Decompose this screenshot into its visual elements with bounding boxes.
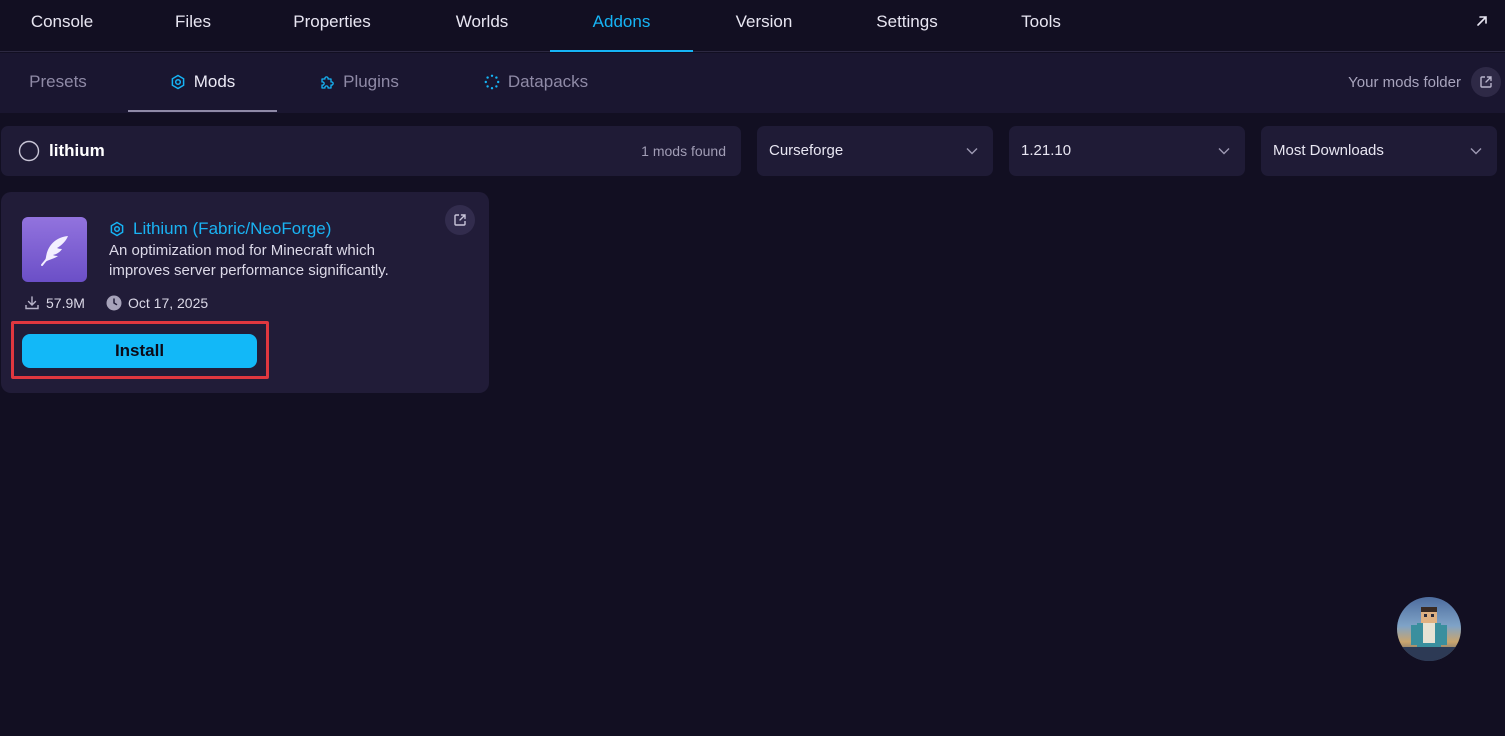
arrow-up-right-icon[interactable] [1473, 12, 1491, 30]
chevron-down-icon [1218, 148, 1230, 155]
open-mod-page-button[interactable] [445, 205, 475, 235]
mod-title: Lithium (Fabric/NeoForge) [133, 219, 332, 238]
search-bar: 1 mods found [1, 126, 741, 176]
results-count: 1 mods found [641, 143, 726, 159]
download-icon [25, 296, 39, 310]
avatar[interactable] [1397, 597, 1461, 661]
hexagon-gear-icon [110, 221, 124, 237]
subtab-presets[interactable]: Presets [14, 53, 102, 111]
mod-description: An optimization mod for Minecraft which … [109, 242, 389, 279]
tab-properties[interactable]: Properties [282, 0, 382, 52]
tab-settings[interactable]: Settings [864, 0, 950, 52]
puzzle-icon [321, 76, 334, 89]
tab-files[interactable]: Files [164, 0, 222, 52]
subtab-datapacks[interactable]: Datapacks [474, 53, 598, 111]
subtab-plugins-label: Plugins [343, 72, 399, 91]
subtab-mods-label: Mods [193, 72, 236, 91]
version-dropdown[interactable]: 1.21.10 [1009, 126, 1245, 176]
mod-updated-date: Oct 17, 2025 [128, 295, 209, 311]
tab-tools[interactable]: Tools [1012, 0, 1070, 52]
subtab-presets-label: Presets [29, 72, 87, 91]
chevron-down-icon [966, 148, 978, 155]
sort-dropdown-value: Most Downloads [1273, 142, 1384, 159]
sort-dropdown[interactable]: Most Downloads [1261, 126, 1497, 176]
version-dropdown-value: 1.21.10 [1021, 142, 1072, 159]
tab-worlds[interactable]: Worlds [444, 0, 520, 52]
mod-downloads: 57.9M [24, 293, 85, 313]
search-input[interactable] [49, 126, 549, 176]
source-dropdown[interactable]: Curseforge [757, 126, 993, 176]
install-button[interactable]: Install [22, 334, 257, 368]
tab-addons[interactable]: Addons [550, 0, 693, 52]
subtab-datapacks-label: Datapacks [507, 72, 589, 91]
mods-folder-button[interactable]: Your mods folder [1348, 66, 1501, 98]
external-link-icon [454, 214, 466, 226]
hexagon-gear-icon [171, 74, 185, 90]
addons-subnav: Presets Mods Plugins Datapacks Your mods… [0, 53, 1505, 113]
mod-updated: Oct 17, 2025 [106, 293, 208, 313]
mods-folder-label: Your mods folder [1348, 73, 1461, 91]
mod-title-link[interactable]: Lithium (Fabric/NeoForge) [109, 217, 331, 241]
tab-version[interactable]: Version [722, 0, 806, 52]
mod-downloads-value: 57.9M [46, 295, 85, 311]
top-navigation: Console Files Properties Worlds Addons V… [0, 0, 1505, 52]
feather-icon [22, 217, 87, 282]
subtab-mods[interactable]: Mods [128, 53, 277, 112]
chevron-down-icon [1470, 148, 1482, 155]
tab-console[interactable]: Console [16, 0, 108, 52]
dotted-circle-icon [484, 74, 500, 90]
external-link-icon [1471, 67, 1501, 97]
source-dropdown-value: Curseforge [769, 142, 844, 159]
search-icon [18, 140, 40, 162]
subtab-plugins[interactable]: Plugins [312, 53, 406, 111]
clock-icon [106, 295, 122, 311]
